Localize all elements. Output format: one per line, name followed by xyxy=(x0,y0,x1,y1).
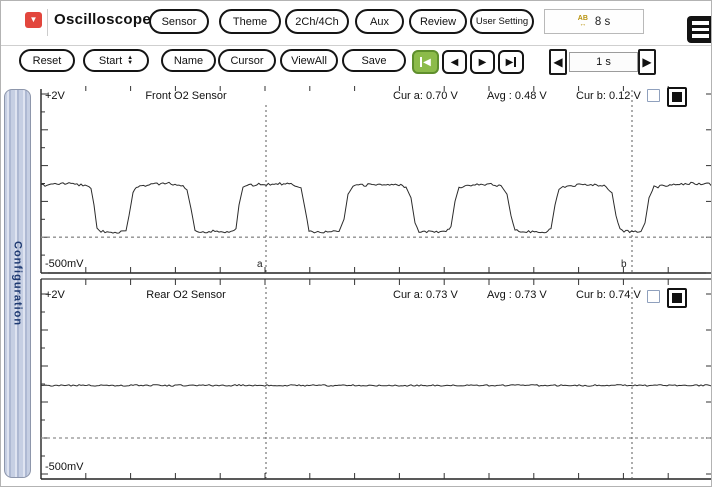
panel1-channel-indicator[interactable] xyxy=(667,87,687,107)
panel2-cursor-b-value: Cur b: 0.74 V xyxy=(576,289,641,301)
oscilloscope-window: ▼ Oscilloscope Sensor Theme 2Ch/4Ch Aux … xyxy=(0,0,712,487)
panel1-cursor-a-handle[interactable]: a xyxy=(257,259,263,270)
panel1-avg-value: Avg : 0.48 V xyxy=(487,90,547,102)
scope-plot-area[interactable] xyxy=(1,1,712,487)
panel2-avg-value: Avg : 0.73 V xyxy=(487,289,547,301)
panel1-bottom-scale-label: -500mV xyxy=(45,258,84,270)
panel2-checkbox[interactable] xyxy=(647,290,660,303)
panel1-checkbox[interactable] xyxy=(647,89,660,102)
panel2-top-scale-label: +2V xyxy=(45,289,65,301)
waveform-rear-o2-sensor xyxy=(40,384,711,387)
panel2-channel-indicator[interactable] xyxy=(667,288,687,308)
waveform-front-o2-sensor xyxy=(40,181,711,234)
panel2-channel-title: Rear O2 Sensor xyxy=(146,289,226,301)
panel1-top-scale-label: +2V xyxy=(45,90,65,102)
panel1-cursor-b-value: Cur b: 0.12 V xyxy=(576,90,641,102)
panel2-bottom-scale-label: -500mV xyxy=(45,461,84,473)
panel1-cursor-a-value: Cur a: 0.70 V xyxy=(393,90,458,102)
panel1-channel-title: Front O2 Sensor xyxy=(145,90,227,102)
panel1-cursor-b-handle[interactable]: b xyxy=(621,259,627,270)
panel2-cursor-a-value: Cur a: 0.73 V xyxy=(393,289,458,301)
